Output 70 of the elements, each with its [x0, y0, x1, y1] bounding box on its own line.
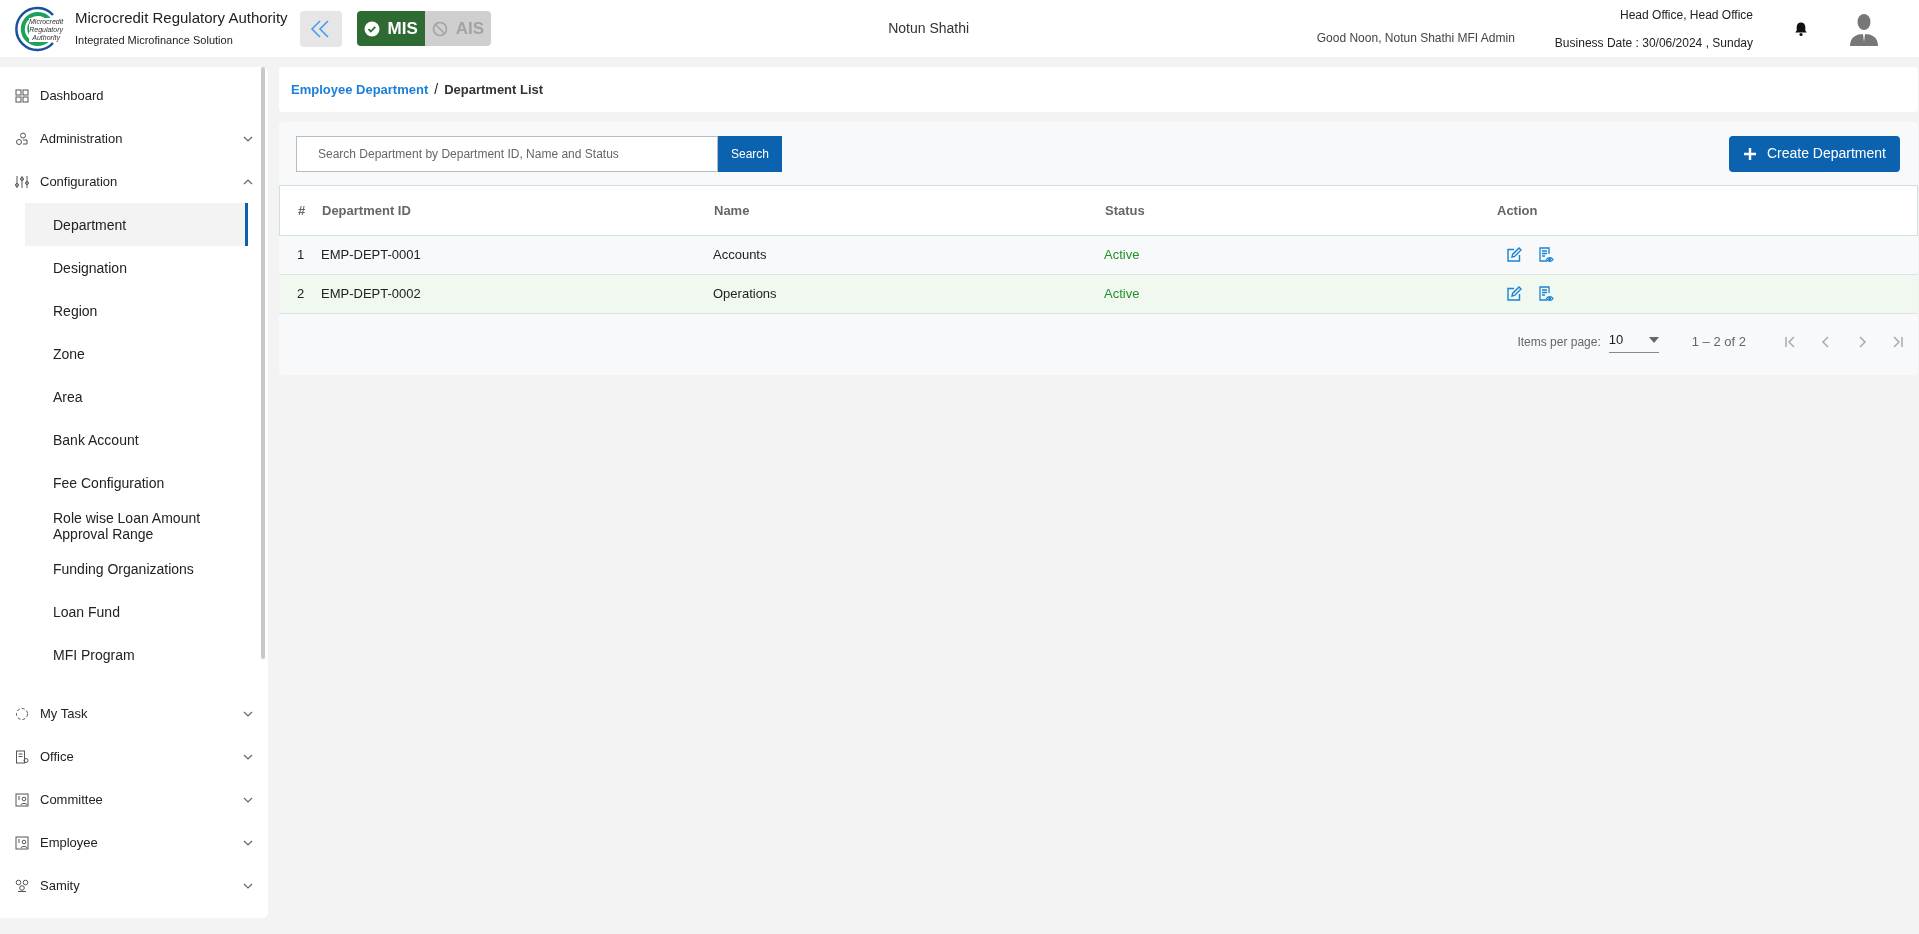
business-date: Business Date : 30/06/2024 , Sunday	[1554, 34, 1753, 52]
submenu-item[interactable]: Loan Fund	[25, 590, 248, 633]
table-cell-text: Operations	[713, 285, 778, 304]
org-name: Microcredit Regulatory Authority	[75, 8, 288, 27]
breadcrumb-link[interactable]: Employee Department	[291, 79, 429, 100]
view-document-icon[interactable]	[1538, 286, 1554, 302]
id-card-icon	[15, 835, 29, 850]
edit-icon[interactable]	[1506, 247, 1522, 263]
grid-icon	[15, 88, 29, 103]
mfi-name: Notun Shathi	[888, 19, 970, 38]
page-size-select[interactable]: 10	[1608, 329, 1659, 354]
org-subtitle: Integrated Microfinance Solution	[75, 32, 234, 48]
submenu-item[interactable]: Funding Organizations	[25, 547, 248, 590]
submenu-item[interactable]: Zone	[25, 332, 248, 375]
sidebar-item[interactable]: My Task	[0, 692, 268, 735]
view-document-icon[interactable]	[1538, 247, 1554, 263]
greeting: Good Noon, Notun Shathi MFI Admin	[1316, 30, 1515, 47]
submenu-item[interactable]: Area	[25, 375, 248, 418]
scrollbar[interactable]	[261, 67, 265, 659]
sidebar-item[interactable]: Employee	[0, 821, 268, 864]
submenu-item[interactable]: Department	[25, 203, 248, 246]
status-text: Active	[1104, 246, 1141, 265]
bell-icon[interactable]	[1793, 20, 1809, 37]
dropdown-caret-icon	[1648, 335, 1659, 344]
edit-icon[interactable]	[1506, 286, 1522, 302]
submenu-item[interactable]: Designation	[25, 246, 248, 289]
table-cell-text: EMP-DEPT-0002	[321, 285, 422, 304]
check-circle-icon	[363, 20, 380, 37]
table-cell-text: 2	[296, 285, 306, 304]
blocked-icon	[431, 20, 448, 37]
column-header: Status	[1105, 201, 1146, 220]
submenu-item[interactable]: Bank Account	[25, 418, 248, 461]
sidebar-item[interactable]: Administration	[0, 117, 268, 160]
document-icon	[15, 749, 29, 764]
items-per-page-label: Items per page:	[1517, 333, 1601, 351]
sidebar-item[interactable]: Committee	[0, 778, 268, 821]
sidebar-item[interactable]: Samity	[0, 864, 268, 907]
id-card-icon	[15, 792, 29, 807]
breadcrumb-separator: /	[434, 80, 439, 99]
module-toggle[interactable]: MIS	[356, 11, 425, 46]
table-cell-text: 1	[296, 246, 306, 265]
table-cell-text: Accounts	[713, 246, 768, 265]
search-field[interactable]: Search Department by Department ID, Name and Status	[296, 135, 718, 172]
column-header: #	[297, 201, 307, 220]
column-header: Name	[714, 201, 751, 220]
office-name: Head Office, Head Office	[1619, 6, 1753, 24]
group-icon	[15, 878, 29, 893]
breadcrumb-current: Department List	[444, 80, 544, 99]
search-button[interactable]: Search	[718, 135, 782, 172]
status-text: Active	[1104, 285, 1141, 304]
plus-icon	[1742, 146, 1757, 161]
table-cell-text: EMP-DEPT-0001	[321, 246, 422, 265]
sidebar-item[interactable]: Dashboard	[0, 74, 268, 117]
first-page-icon[interactable]	[1782, 333, 1798, 350]
submenu-item[interactable]: Region	[25, 289, 248, 332]
submenu-item[interactable]: Fee Configuration	[25, 461, 248, 504]
sliders-icon	[15, 174, 29, 189]
submenu-item[interactable]: MFI Program	[25, 633, 248, 676]
sidebar-item[interactable]: Office	[0, 735, 268, 778]
last-page-icon[interactable]	[1890, 333, 1906, 350]
create-department-button[interactable]: Create Department	[1728, 135, 1900, 172]
submenu-item[interactable]: Role wise Loan Amount Approval Range	[25, 504, 248, 547]
people-icon	[15, 131, 29, 146]
page-range: 1 – 2 of 2	[1691, 332, 1746, 351]
dashed-circle-icon	[15, 706, 29, 721]
column-header: Action	[1497, 201, 1539, 220]
collapse-sidebar-button[interactable]	[299, 10, 342, 47]
sidebar-item[interactable]: Configuration	[0, 160, 268, 203]
column-header: Department ID	[322, 201, 412, 220]
user-avatar-icon[interactable]	[1849, 11, 1879, 46]
